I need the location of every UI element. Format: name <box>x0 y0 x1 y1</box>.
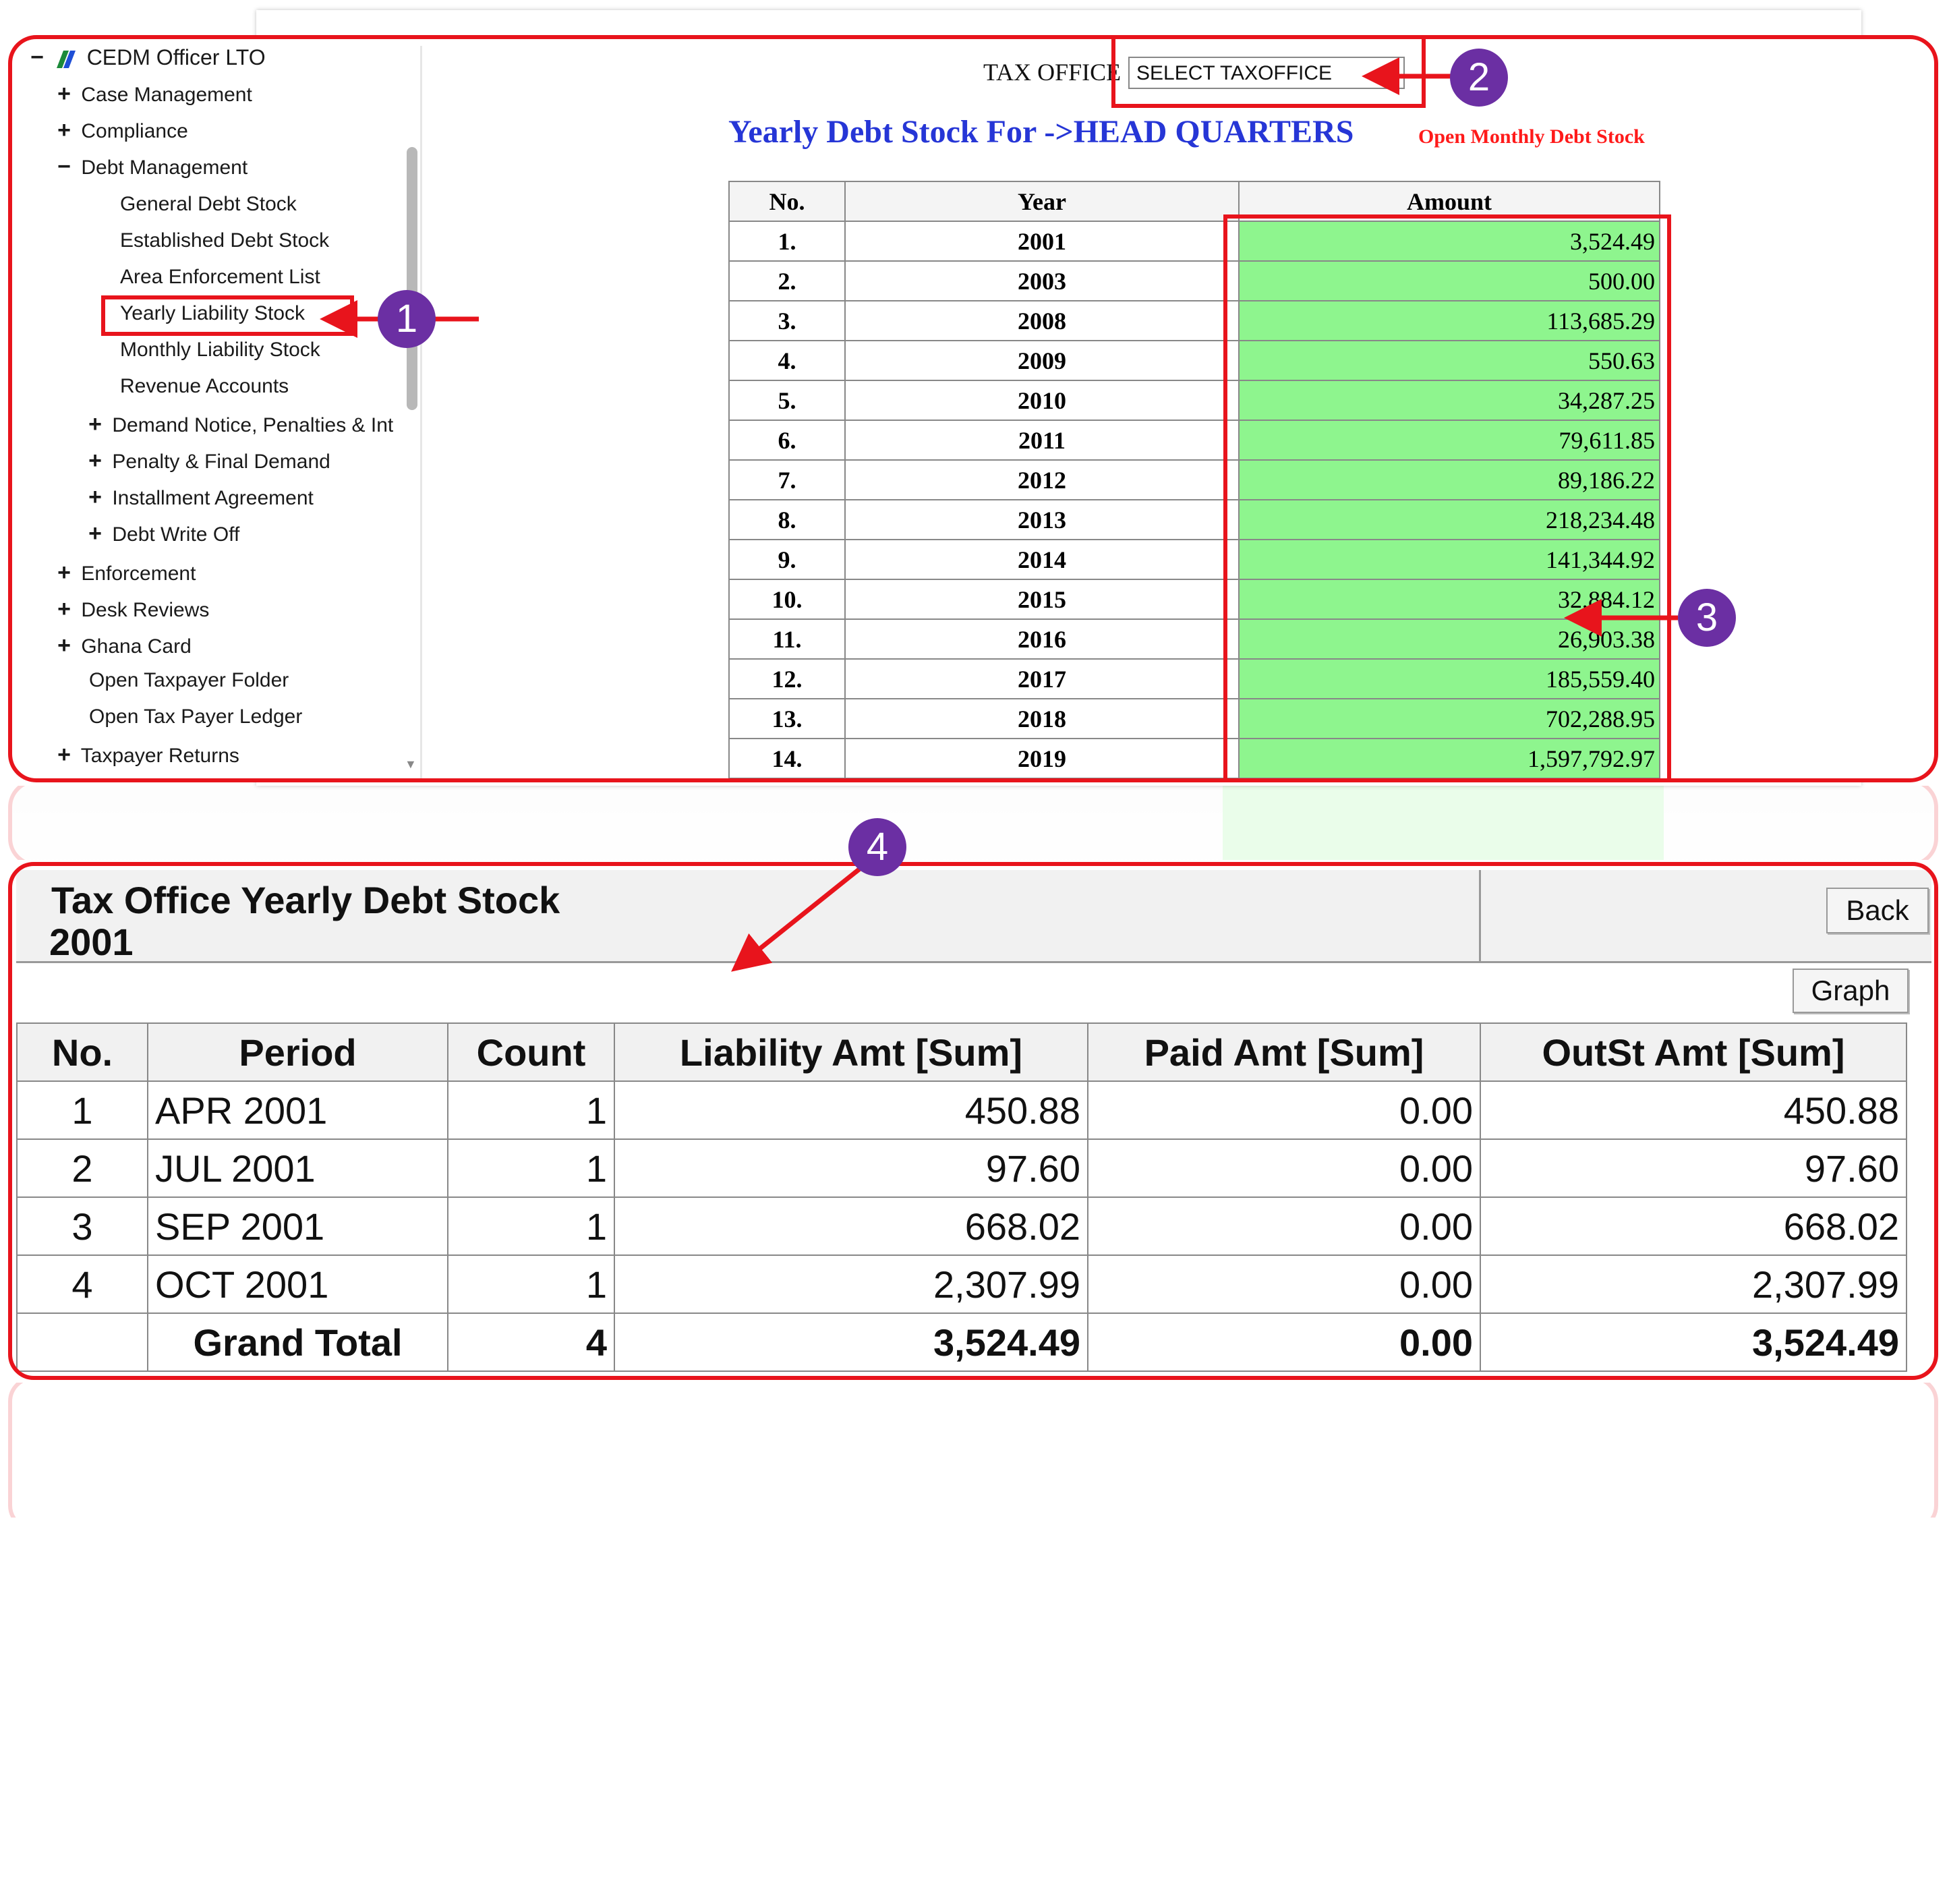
table-row: 3 SEP 2001 1 668.02 0.00 668.02 <box>16 1196 1907 1256</box>
column-header-paid: Paid Amt [Sum] <box>1087 1022 1481 1082</box>
row-liability: 450.88 <box>614 1080 1088 1140</box>
row-number: 2 <box>16 1138 148 1198</box>
total-paid: 0.00 <box>1087 1312 1481 1372</box>
table-row: 1 APR 2001 1 450.88 0.00 450.88 <box>16 1080 1907 1140</box>
grand-total-row: Grand Total 4 3,524.49 0.00 3,524.49 <box>16 1312 1907 1372</box>
row-count: 1 <box>447 1254 615 1314</box>
row-count: 1 <box>447 1080 615 1140</box>
callout-badge-4: 4 <box>848 818 906 876</box>
row-period: JUL 2001 <box>147 1138 448 1198</box>
row-liability: 97.60 <box>614 1138 1088 1198</box>
row-period: SEP 2001 <box>147 1196 448 1256</box>
total-count: 4 <box>447 1312 615 1372</box>
row-paid: 0.00 <box>1087 1080 1481 1140</box>
column-header-no: No. <box>16 1022 148 1082</box>
row-outst: 2,307.99 <box>1480 1254 1907 1314</box>
callout-arrow-4 <box>731 861 869 972</box>
row-count: 1 <box>447 1196 615 1256</box>
row-period: OCT 2001 <box>147 1254 448 1314</box>
row-paid: 0.00 <box>1087 1138 1481 1198</box>
row-number: 1 <box>16 1080 148 1140</box>
total-liability: 3,524.49 <box>614 1312 1088 1372</box>
total-outst: 3,524.49 <box>1480 1312 1907 1372</box>
column-header-period: Period <box>147 1022 448 1082</box>
row-number: 3 <box>16 1196 148 1256</box>
row-outst: 668.02 <box>1480 1196 1907 1256</box>
column-header-count: Count <box>447 1022 615 1082</box>
bottom-reflection <box>8 1383 1938 1518</box>
row-liability: 2,307.99 <box>614 1254 1088 1314</box>
row-number: 4 <box>16 1254 148 1314</box>
row-count: 1 <box>447 1138 615 1198</box>
row-outst: 97.60 <box>1480 1138 1907 1198</box>
row-paid: 0.00 <box>1087 1254 1481 1314</box>
row-paid: 0.00 <box>1087 1196 1481 1256</box>
total-empty-cell <box>16 1312 148 1372</box>
row-period: APR 2001 <box>147 1080 448 1140</box>
column-header-liability: Liability Amt [Sum] <box>614 1022 1088 1082</box>
grand-total-label: Grand Total <box>147 1312 448 1372</box>
table-row: 2 JUL 2001 1 97.60 0.00 97.60 <box>16 1138 1907 1198</box>
table-row: 4 OCT 2001 1 2,307.99 0.00 2,307.99 <box>16 1254 1907 1314</box>
row-outst: 450.88 <box>1480 1080 1907 1140</box>
detail-table: No. Period Count Liability Amt [Sum] Pai… <box>16 1022 1907 1372</box>
column-header-outst: OutSt Amt [Sum] <box>1480 1022 1907 1082</box>
row-liability: 668.02 <box>614 1196 1088 1256</box>
